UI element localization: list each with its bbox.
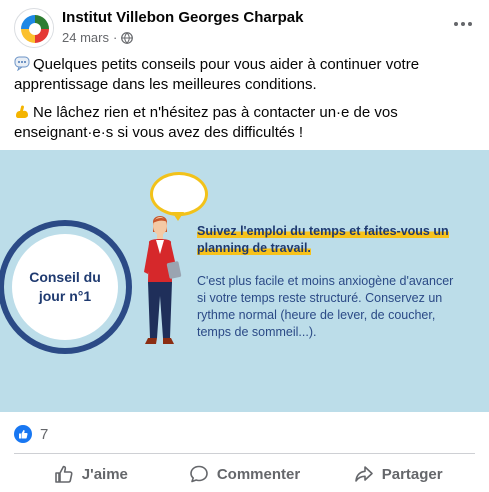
globe-icon: [121, 31, 134, 44]
speech-balloon-icon: [14, 56, 30, 71]
share-label: Partager: [381, 465, 443, 483]
post-text: Quelques petits conseils pour vous aider…: [14, 55, 476, 151]
action-divider: [14, 453, 475, 454]
page-avatar[interactable]: [14, 8, 54, 48]
thumbs-up-icon: [54, 465, 73, 483]
post-image[interactable]: Conseil du jour n°1 Suivez l'emploi du t…: [0, 150, 489, 412]
page-name[interactable]: Institut Villebon Georges Charpak: [62, 9, 303, 26]
reaction-count: 7: [40, 425, 49, 443]
post-meta: 24 mars ·: [62, 30, 134, 45]
like-button[interactable]: J'aime: [14, 458, 168, 490]
more-options-button[interactable]: [451, 14, 475, 34]
share-icon: [354, 466, 373, 482]
post-line: Ne lâchez rien et n'hésitez pas à contac…: [14, 103, 476, 143]
like-icon: [14, 425, 32, 443]
comment-button[interactable]: Commenter: [168, 458, 322, 490]
post-header: Institut Villebon Georges Charpak 24 mar…: [14, 6, 475, 50]
flexed-biceps-icon: [16, 105, 28, 118]
comment-label: Commenter: [216, 465, 301, 483]
reaction-summary[interactable]: 7: [14, 424, 48, 444]
woman-illustration: [144, 216, 182, 344]
post-line: Quelques petits conseils pour vous aider…: [14, 55, 476, 95]
post-date[interactable]: 24 mars: [62, 30, 109, 45]
tip-body: C'est plus facile et moins anxiogène d'a…: [197, 274, 454, 339]
like-label: J'aime: [81, 465, 128, 483]
post-line-text: Ne lâchez rien et n'hésitez pas à contac…: [14, 104, 398, 141]
post-line-text: Quelques petits conseils pour vous aider…: [14, 56, 420, 93]
post-actions: J'aime Commenter Partager: [14, 458, 475, 490]
tip-headline: Suivez l'emploi du temps et faites-vous …: [197, 224, 449, 255]
meta-separator: ·: [112, 30, 118, 45]
comment-icon: [190, 465, 208, 483]
tip-label: Conseil du jour n°1: [29, 269, 101, 304]
share-button[interactable]: Partager: [321, 458, 475, 490]
tip-badge: Conseil du jour n°1: [0, 220, 132, 354]
